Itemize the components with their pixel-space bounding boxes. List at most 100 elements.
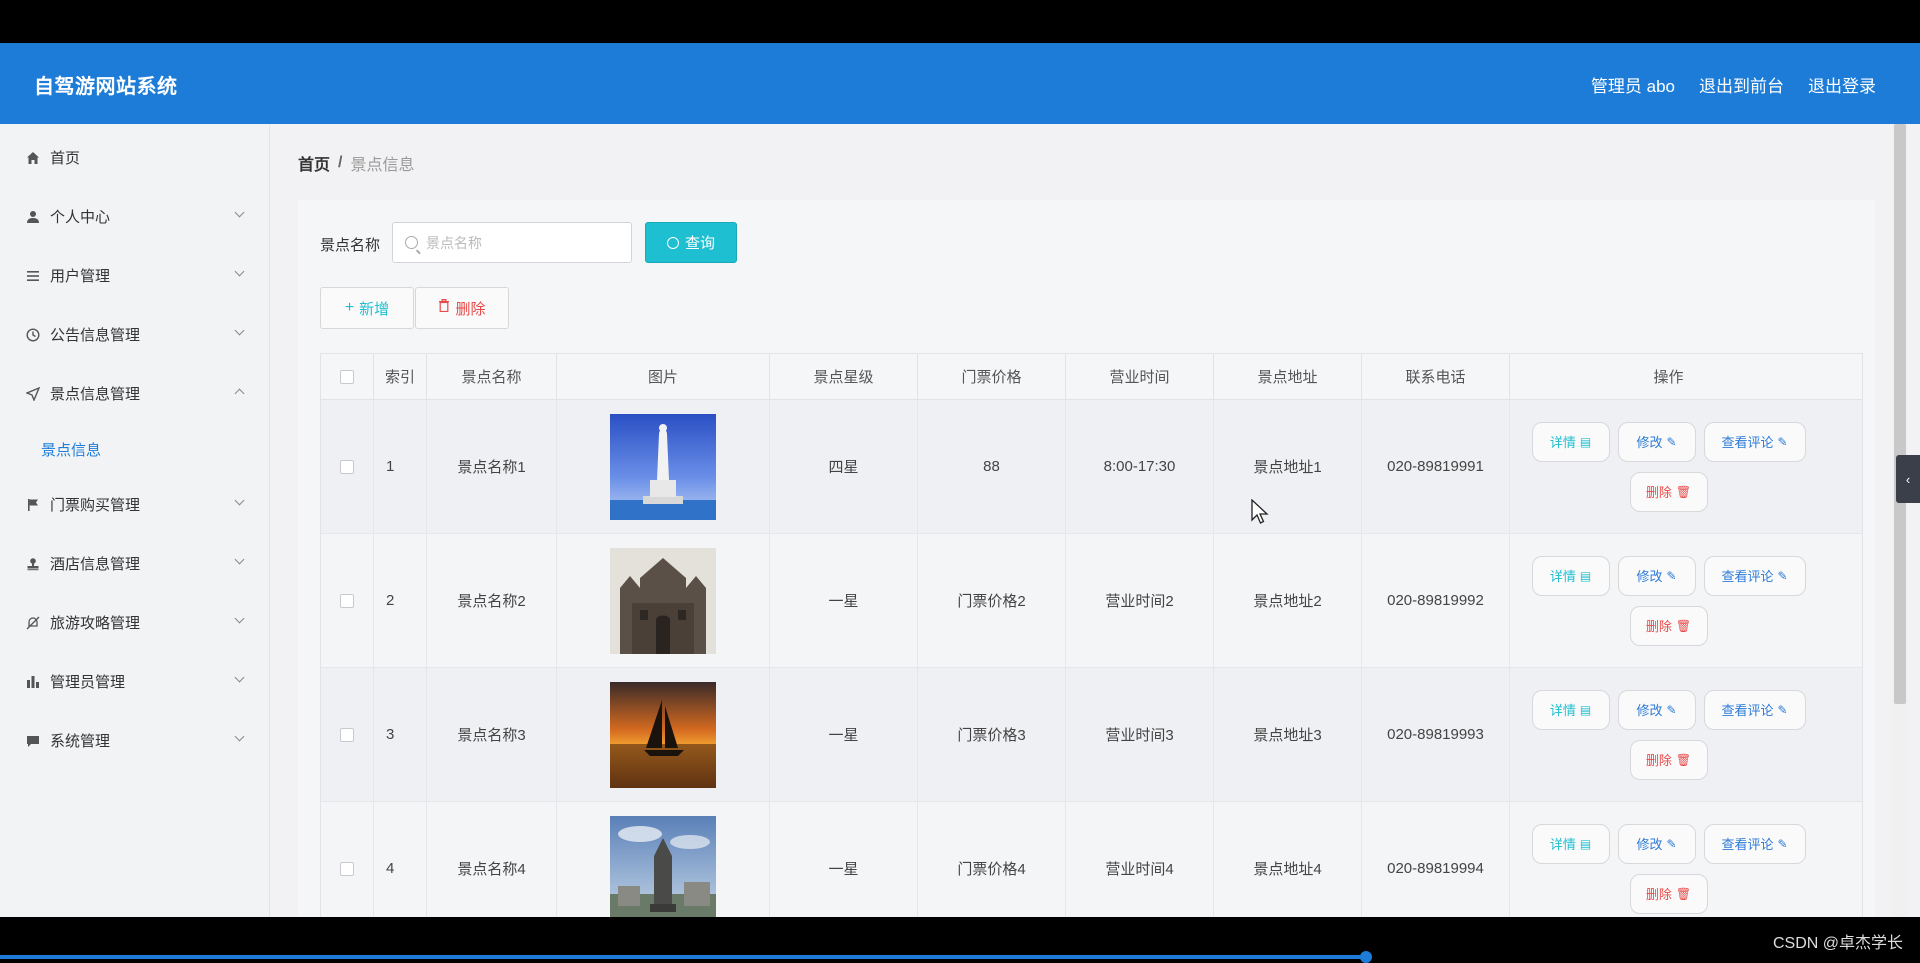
row-checkbox[interactable]	[340, 593, 354, 608]
cell-star: 一星	[770, 534, 918, 667]
sidebar-subitem-scenic-info[interactable]: 景点信息	[0, 423, 269, 475]
header-phone: 联系电话	[1362, 354, 1510, 399]
sidebar-item-label: 公告信息管理	[50, 327, 141, 344]
sidebar-item-label: 个人中心	[50, 209, 111, 226]
top-header: 自驾游网站系统 管理员 abo 退出到前台 退出登录	[0, 43, 1920, 124]
detail-button[interactable]: 详情 ▤	[1531, 823, 1610, 864]
pencil-icon: ✎	[1666, 702, 1677, 717]
video-progress-bar[interactable]	[0, 955, 1367, 959]
plus-icon: +	[344, 299, 355, 316]
pencil-icon: ✎	[1777, 836, 1788, 851]
sidebar-item-notice-management[interactable]: 公告信息管理	[0, 305, 269, 364]
sidebar-item-label: 景点信息管理	[50, 386, 141, 403]
row-checkbox[interactable]	[340, 727, 354, 742]
stamp-icon	[25, 556, 41, 572]
sidebar-item-user-management[interactable]: 用户管理	[0, 246, 269, 305]
add-button-label: 新增	[359, 300, 390, 318]
view-review-button[interactable]: 查看评论 ✎	[1703, 689, 1806, 730]
sidebar-item-label: 酒店信息管理	[50, 556, 141, 573]
view-review-button[interactable]: 查看评论 ✎	[1703, 421, 1806, 462]
add-button[interactable]: + 新增	[320, 287, 414, 329]
breadcrumb-current: 景点信息	[350, 157, 415, 174]
chevron-left-icon: ‹	[1905, 471, 1911, 487]
row-delete-button[interactable]: 删除 🗑	[1629, 471, 1708, 512]
pencil-icon: ✎	[1666, 836, 1677, 851]
sidebar-item-ticket-management[interactable]: 门票购买管理	[0, 475, 269, 534]
header-actions: 管理员 abo 退出到前台 退出登录	[1591, 72, 1876, 97]
detail-label: 详情	[1549, 569, 1576, 584]
sidebar-item-label: 管理员管理	[50, 674, 126, 691]
sidebar-item-personal-center[interactable]: 个人中心	[0, 187, 269, 246]
cell-phone: 020-89819994	[1362, 802, 1510, 917]
detail-button[interactable]: 详情 ▤	[1531, 689, 1610, 730]
admin-label: 管理员 abo	[1590, 77, 1675, 96]
sidebar-item-guide-management[interactable]: 旅游攻略管理	[0, 593, 269, 652]
pencil-icon: ✎	[1777, 434, 1788, 449]
trash-icon: 🗑	[1675, 484, 1692, 499]
view-review-button[interactable]: 查看评论 ✎	[1703, 823, 1806, 864]
sidebar-item-hotel-management[interactable]: 酒店信息管理	[0, 534, 269, 593]
exit-front-link[interactable]: 退出到前台	[1699, 72, 1784, 97]
cell-star: 四星	[770, 400, 918, 533]
flag-icon	[25, 497, 41, 513]
search-input[interactable]	[426, 234, 616, 251]
detail-button[interactable]: 详情 ▤	[1531, 555, 1610, 596]
bell-off-icon	[25, 615, 41, 631]
row-checkbox[interactable]	[340, 861, 354, 876]
query-button[interactable]: 查询	[645, 222, 737, 263]
scenic-photo	[610, 413, 716, 520]
collapse-panel-button[interactable]: ‹	[1896, 455, 1920, 503]
review-label: 查看评论	[1721, 435, 1774, 450]
pencil-icon: ✎	[1666, 434, 1677, 449]
detail-label: 详情	[1549, 435, 1576, 450]
row-checkbox[interactable]	[340, 459, 354, 474]
scrollbar-thumb[interactable]	[1894, 124, 1906, 704]
sidebar-item-home[interactable]: 首页	[0, 128, 269, 187]
edit-button[interactable]: 修改 ✎	[1617, 555, 1696, 596]
chevron-up-icon	[234, 388, 245, 399]
row-delete-button[interactable]: 删除 🗑	[1629, 739, 1708, 780]
breadcrumb-home[interactable]: 首页	[298, 151, 330, 175]
detail-button[interactable]: 详情 ▤	[1531, 421, 1610, 462]
sidebar-item-scenic-management[interactable]: 景点信息管理	[0, 364, 269, 423]
cell-operations: 详情 ▤ 修改 ✎ 查看评论 ✎ 删除 🗑	[1510, 534, 1827, 667]
row-delete-button[interactable]: 删除 🗑	[1629, 605, 1708, 646]
edit-label: 修改	[1636, 703, 1663, 718]
trash-icon: 🗑	[1675, 618, 1692, 633]
edit-button[interactable]: 修改 ✎	[1617, 421, 1696, 462]
cell-name: 景点名称1	[427, 400, 557, 533]
batch-delete-button[interactable]: 删除	[415, 287, 509, 329]
cell-index: 3	[374, 668, 427, 801]
clock-icon	[25, 327, 41, 343]
scenic-photo	[610, 547, 716, 654]
header-price: 门票价格	[918, 354, 1066, 399]
edit-label: 修改	[1636, 435, 1663, 450]
trash-icon	[438, 299, 450, 317]
logout-link[interactable]: 退出登录	[1808, 72, 1876, 97]
vertical-scrollbar[interactable]	[1892, 124, 1908, 917]
video-progress-handle[interactable]	[1360, 951, 1372, 963]
sidebar-item-label: 首页	[50, 150, 81, 167]
edit-button[interactable]: 修改 ✎	[1617, 823, 1696, 864]
header-name: 景点名称	[427, 354, 557, 399]
search-box[interactable]	[392, 222, 632, 263]
select-all-checkbox[interactable]	[340, 369, 354, 384]
sidebar-item-label: 用户管理	[50, 268, 111, 285]
row-delete-button[interactable]: 删除 🗑	[1629, 873, 1708, 914]
table-row: 3 景点名称3 一星 门票价格3 营业时间3 景点地址3 020-8981999…	[321, 668, 1862, 802]
row-checkbox-cell	[321, 400, 374, 533]
document-icon: ▤	[1579, 836, 1592, 851]
sidebar-item-admin-management[interactable]: 管理员管理	[0, 652, 269, 711]
header-index: 索引	[374, 354, 427, 399]
sidebar-item-system-management[interactable]: 系统管理	[0, 711, 269, 770]
pencil-icon: ✎	[1777, 702, 1788, 717]
cell-star: 一星	[770, 668, 918, 801]
view-review-button[interactable]: 查看评论 ✎	[1703, 555, 1806, 596]
detail-label: 详情	[1549, 837, 1576, 852]
scenic-table: 索引 景点名称 图片 景点星级 门票价格 营业时间 景点地址 联系电话 操作 1…	[320, 353, 1863, 917]
cell-time: 营业时间4	[1066, 802, 1214, 917]
app-window: 自驾游网站系统 管理员 abo 退出到前台 退出登录 首页 个人中心 用户管理 …	[0, 43, 1920, 917]
document-icon: ▤	[1579, 434, 1592, 449]
edit-button[interactable]: 修改 ✎	[1617, 689, 1696, 730]
chevron-down-icon	[234, 325, 245, 336]
